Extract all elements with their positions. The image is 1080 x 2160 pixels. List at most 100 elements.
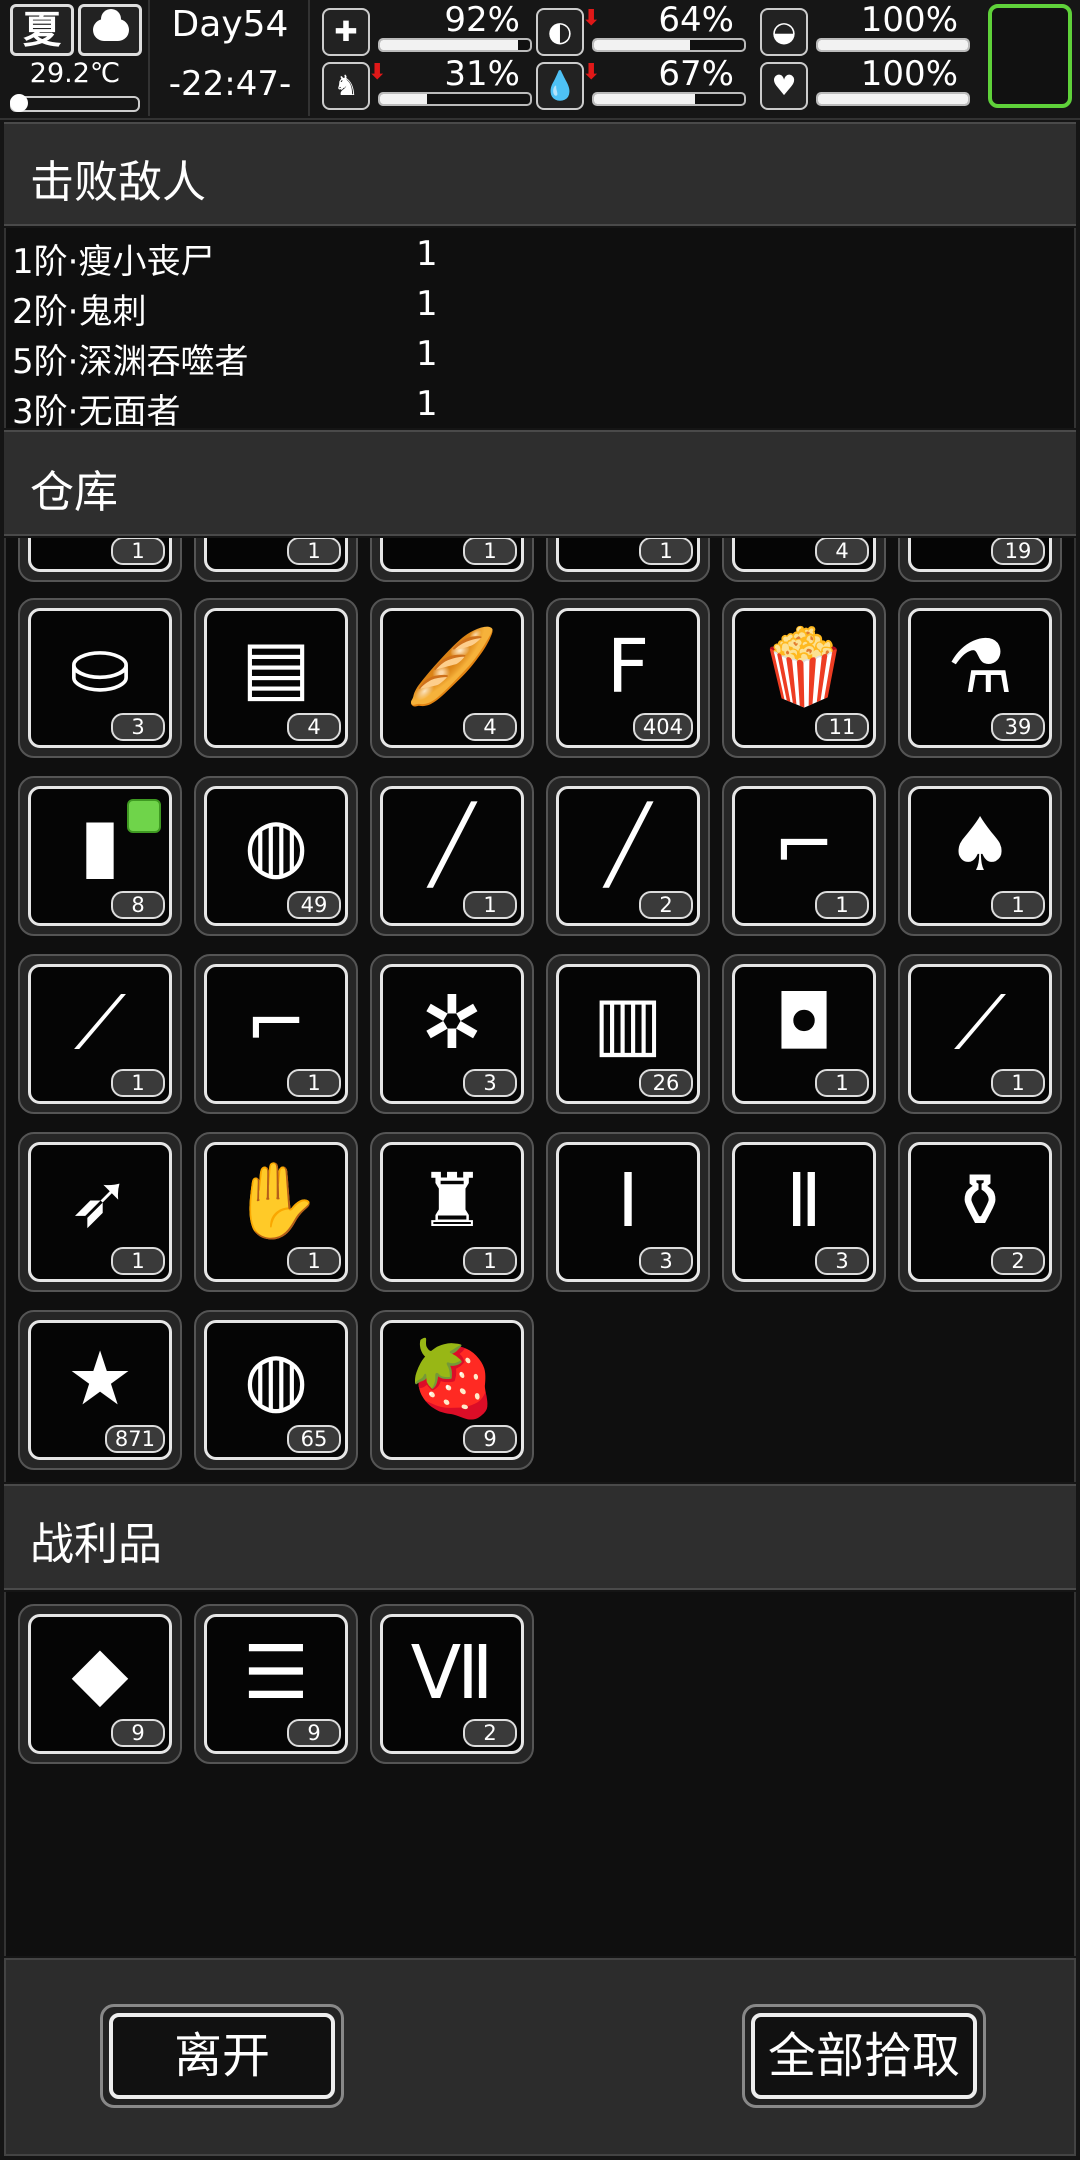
divider [308,0,310,116]
leave-button[interactable]: 离开 [100,2004,344,2108]
item-quantity: 1 [287,538,341,565]
temperature-gauge [10,94,140,112]
item-slot[interactable]: ⟋ 1 [18,954,182,1114]
popcorn-icon: 🍿 [757,624,851,710]
stat-value: 31% [444,54,520,94]
enemy-count: 1 [416,284,438,324]
item-slot[interactable]: ●1 [194,538,358,582]
item-slot[interactable]: ⚱ 2 [898,1132,1062,1292]
item-frame: ✋ 1 [204,1142,348,1282]
item-slot[interactable]: 🍓 9 [370,1310,534,1470]
item-slot[interactable]: ★ 871 [18,1310,182,1470]
item-quantity: 9 [111,1719,165,1747]
net-icon: ◍ [243,1336,309,1422]
enemy-row: 5阶·深渊吞噬者 1 [12,334,712,384]
item-quantity: 1 [111,538,165,565]
item-slot[interactable]: ♣19 [898,538,1062,582]
machete-icon: ⟋ [74,980,126,1066]
item-slot[interactable]: F 404 [546,598,710,758]
stat-stamina: ♞ ⬇ 31% [322,54,532,110]
item-slot[interactable]: ▽1 [546,538,710,582]
item-slot[interactable]: 🥖 4 [370,598,534,758]
item-slot[interactable]: ✲ 3 [370,954,534,1114]
item-slot[interactable]: ◡4 [722,538,886,582]
item-quantity: 39 [991,713,1045,741]
bread-icon: 🥖 [405,624,499,710]
item-slot[interactable]: ➶ 1 [18,1132,182,1292]
item-frame: ☰ 9 [204,1614,348,1754]
item-slot[interactable]: ◠1 [370,538,534,582]
strawberry-icon: 🍓 [405,1336,499,1422]
item-quantity: 1 [815,891,869,919]
flower-icon: ✲ [420,980,483,1066]
item-slot[interactable]: Ⅶ2 [370,1604,534,1764]
cloth-icon: ☰ [242,1630,310,1716]
item-slot[interactable]: ◍ 49 [194,776,358,936]
item-slot[interactable]: ♜ 1 [370,1132,534,1292]
backpack-icon: ◘ [774,980,834,1066]
item-slot[interactable]: ⚗ 39 [898,598,1062,758]
warehouse-grid[interactable]: ◯1●1◠1▽1◡4♣19⛀3▤4🥖4F404🍿11⚗39▮8◍49╱1╱2⌐1… [4,538,1076,1482]
item-frame: Ⅰ3 [556,1142,700,1282]
item-slot[interactable]: ⛀ 3 [18,598,182,758]
item-slot[interactable]: ▮ 8 [18,776,182,936]
loot-grid[interactable]: ◆ 9 ☰ 9 Ⅶ 2 [4,1592,1076,1956]
pipe-wrench-icon: ╱ [605,802,651,888]
gloves-icon: ✋ [229,1158,323,1244]
beaker-icon: ▥ [593,980,663,1066]
item-frame: ▥ 26 [556,964,700,1104]
item-slot[interactable]: ⟋ 1 [898,954,1062,1114]
item-slot[interactable]: ✋ 1 [194,1132,358,1292]
cloud-icon [78,4,142,56]
poster-icon: ★ [66,1336,134,1422]
loot-header: 战利品 [4,1484,1076,1590]
item-frame: ⌐ 1 [732,786,876,926]
item-slot[interactable]: ╱ 1 [370,776,534,936]
item-slot[interactable]: ⌐ 1 [722,776,886,936]
item-frame: ▤ 4 [204,608,348,748]
item-slot[interactable]: ♠ 1 [898,776,1062,936]
section-title: 仓库 [30,467,118,518]
cash-bundle-icon: ▤ [241,624,311,710]
item-slot[interactable]: ╱ 2 [546,776,710,936]
item-slot[interactable]: ◯1 [18,538,182,582]
item-frame: ▮ 8 [28,786,172,926]
item-slot[interactable]: ⌐ 1 [194,954,358,1114]
item-slot[interactable]: ▥ 26 [546,954,710,1114]
take-all-button[interactable]: 全部拾取 [742,2004,986,2108]
item-frame: Ⅶ2 [380,1614,524,1754]
item-slot[interactable]: Ⅰ3 [546,1132,710,1292]
item-slot[interactable]: Ⅱ3 [722,1132,886,1292]
item-frame: 🥖 4 [380,608,524,748]
item-quantity: 1 [463,891,517,919]
item-quantity: 2 [991,1247,1045,1275]
flour-bag-icon: F [606,624,650,710]
test-tube-vii-icon: Ⅶ [410,1630,494,1716]
enemy-count: 1 [416,234,438,274]
equipment-slot[interactable] [988,4,1072,108]
item-frame: F 404 [556,608,700,748]
item-quantity: 1 [287,1247,341,1275]
item-quantity: 4 [287,713,341,741]
warehouse-header: 仓库 [4,430,1076,536]
enemy-name: 3阶·无面者 [12,392,181,428]
item-slot[interactable]: ☰ 9 [194,1604,358,1764]
item-slot[interactable]: ◍ 65 [194,1310,358,1470]
stat-value: 100% [860,0,958,40]
leave-button-label: 离开 [109,2013,335,2099]
item-slot[interactable]: ◆ 9 [18,1604,182,1764]
item-slot[interactable]: 🍿 11 [722,598,886,758]
stat-value: 100% [860,54,958,94]
item-frame: ➶ 1 [28,1142,172,1282]
item-frame: ⚗ 39 [908,608,1052,748]
enemy-row: 2阶·鬼刺 1 [12,284,712,334]
item-slot[interactable]: ▤ 4 [194,598,358,758]
stat-sanity: ♥ 100% [760,54,970,110]
test-tube-i-icon: Ⅰ [617,1158,639,1244]
item-frame: ●1 [204,538,348,572]
item-quantity: 3 [639,1247,693,1275]
pistol-icon: ⌐ [772,802,835,888]
item-slot[interactable]: ◘ 1 [722,954,886,1114]
jacket-icon: ♜ [418,1158,486,1244]
temperature-readout: 29.2℃ [29,58,121,89]
